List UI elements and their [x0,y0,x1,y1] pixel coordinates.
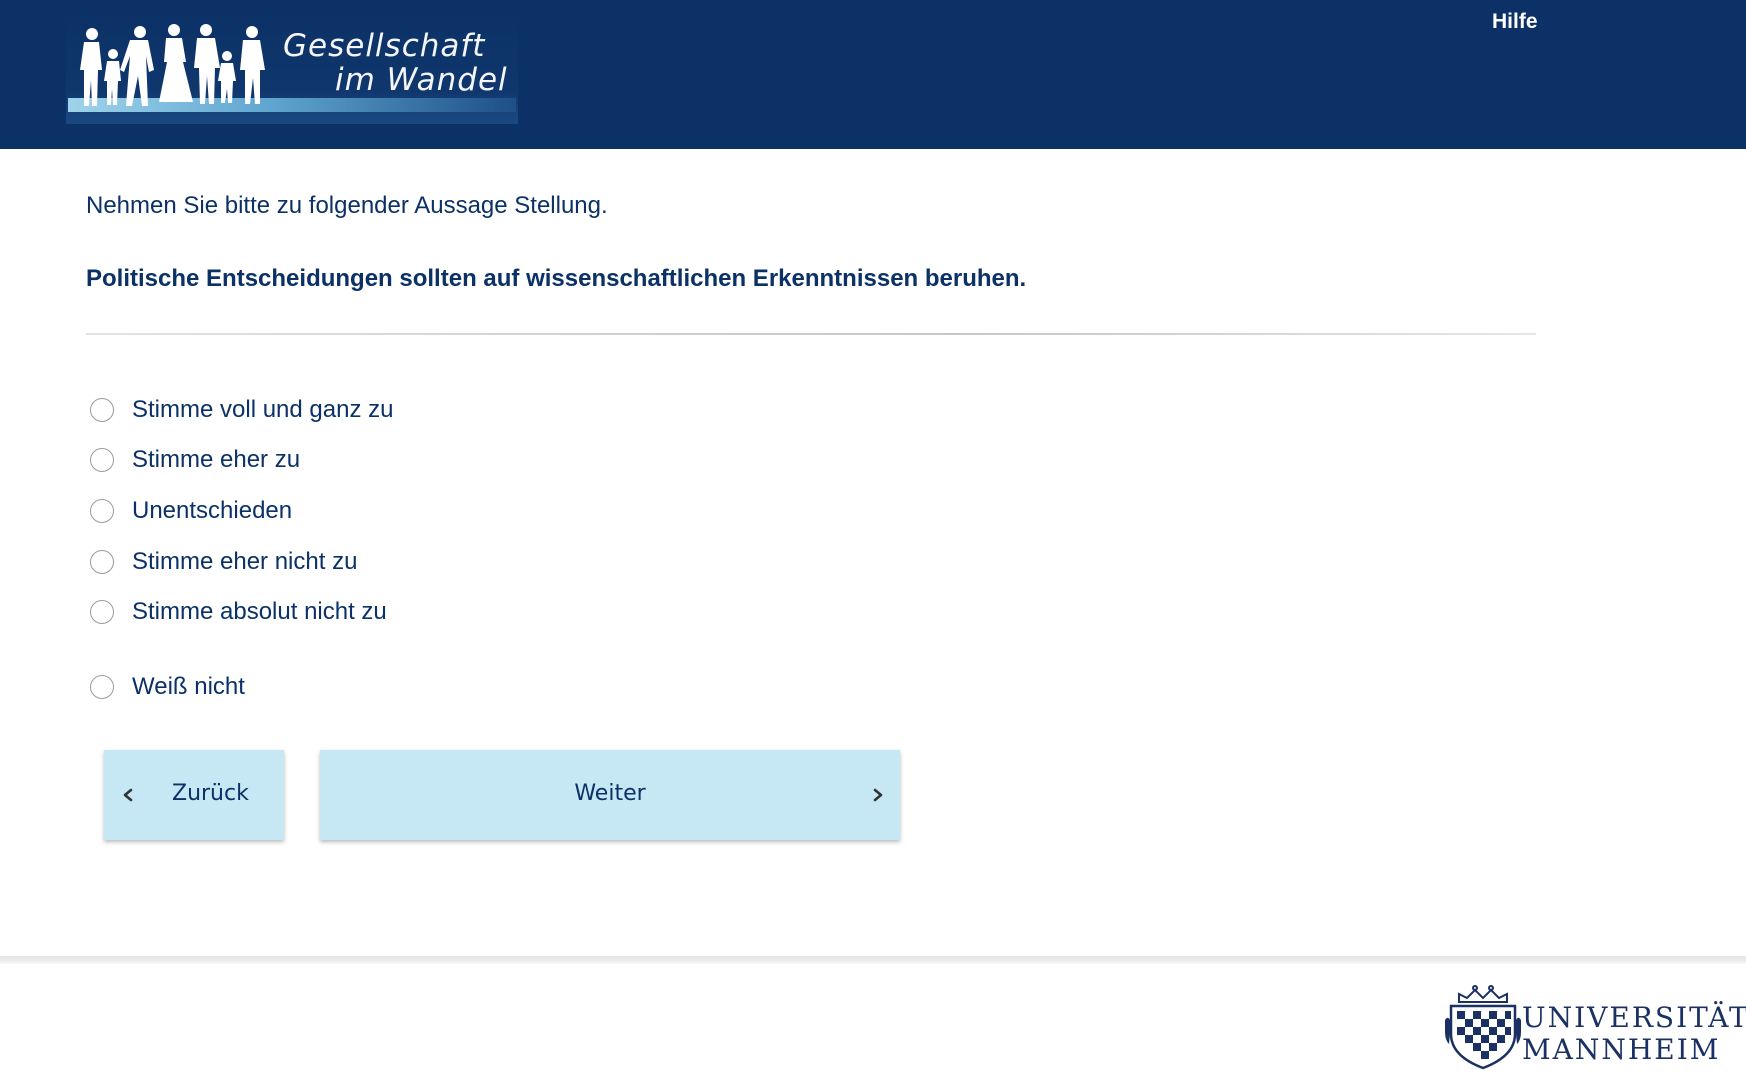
answer-option-stimme-eher-zu[interactable]: Stimme eher zu [90,444,300,476]
answer-option-label[interactable]: Unentschieden [132,497,292,525]
chevron-right-icon [873,788,883,802]
radio-button[interactable] [90,499,114,523]
answer-option-label[interactable]: Stimme absolut nicht zu [132,598,387,626]
answer-option-stimme-voll-und-ganz-zu[interactable]: Stimme voll und ganz zu [90,394,393,426]
radio-button[interactable] [90,448,114,472]
answer-option-stimme-eher-nicht-zu[interactable]: Stimme eher nicht zu [90,546,357,578]
next-button-label: Weiter [574,781,646,806]
back-button-label: Zurück [172,781,249,806]
radio-button[interactable] [90,550,114,574]
answer-option-label[interactable]: Stimme eher nicht zu [132,548,357,576]
answer-option-unentschieden[interactable]: Unentschieden [90,495,292,527]
university-name-line2: MANNHEIM [1522,1033,1721,1066]
logo-title-line2: im Wandel [335,62,508,98]
university-crest-icon [1445,985,1521,1070]
divider [86,333,1536,335]
answer-option-label[interactable]: Stimme eher zu [132,446,300,474]
logo-title-line1: Gesellschaft [283,28,486,64]
back-button[interactable]: Zurück [104,750,284,840]
header-bar: Gesellschaft im Wandel Hilfe [0,0,1746,149]
radio-button[interactable] [90,398,114,422]
answer-option-stimme-absolut-nicht-zu[interactable]: Stimme absolut nicht zu [90,596,387,628]
answer-option-label[interactable]: Stimme voll und ganz zu [132,396,393,424]
next-button[interactable]: Weiter [320,750,900,840]
help-link[interactable]: Hilfe [1492,10,1538,34]
universitaet-mannheim-logo: UNIVERSITÄT MANNHEIM [1443,984,1746,1070]
answer-option-weiss-nicht[interactable]: Weiß nicht [90,671,245,703]
footer-divider [0,956,1746,964]
radio-button[interactable] [90,600,114,624]
answer-option-label[interactable]: Weiß nicht [132,673,245,701]
question-intro: Nehmen Sie bitte zu folgender Aussage St… [86,192,608,219]
survey-page: Gesellschaft im Wandel Hilfe Nehmen Sie … [0,0,1746,1074]
chevron-left-icon [123,788,133,802]
gesellschaft-im-wandel-logo: Gesellschaft im Wandel [66,10,518,124]
university-name-line1: UNIVERSITÄT [1522,1001,1746,1034]
question-statement: Politische Entscheidungen sollten auf wi… [86,265,1027,292]
radio-button[interactable] [90,675,114,699]
